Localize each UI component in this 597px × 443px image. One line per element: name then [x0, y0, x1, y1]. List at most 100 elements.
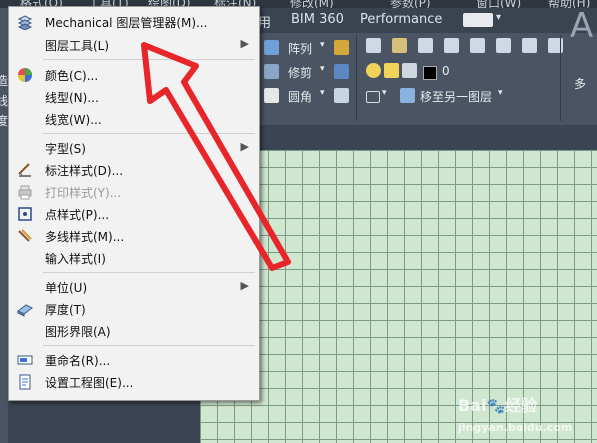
layer-freeze-icon[interactable] [470, 38, 485, 53]
fillet-dropdown-icon[interactable]: ▾ [320, 88, 325, 98]
tab-bim360[interactable]: BIM 360 [291, 12, 344, 27]
stretch-icon[interactable] [334, 64, 349, 79]
menu-item-text-style[interactable]: 字型(S) ▶ [9, 137, 259, 159]
layer-properties-icon[interactable] [366, 38, 381, 53]
menu-item-drawing-setup[interactable]: 设置工程图(E)... [9, 371, 259, 393]
layer-manager-icon [17, 15, 33, 30]
menu-item-label: 单位(U) [45, 281, 88, 295]
layer-lock-icon[interactable] [496, 38, 511, 53]
layer-isolate-icon[interactable] [444, 38, 459, 53]
menubar-item-modify[interactable]: 修改(M) [290, 0, 334, 8]
menu-item-input-style[interactable]: 输入样式(I) [9, 247, 259, 269]
submenu-arrow-icon: ▶ [240, 140, 249, 153]
format-dropdown-menu: Mechanical 图层管理器(M)... 图层工具(L) ▶ 颜色(C)..… [8, 6, 260, 401]
menu-item-thickness[interactable]: 厚度(T) [9, 298, 259, 320]
point-style-icon [18, 207, 32, 221]
menu-item-label: 颜色(C)... [45, 69, 99, 83]
ribbon-panel: 阵列 ▾ 修剪 ▾ 圆角 ▾ 0 ▾ 移至另一图层 ▾ 多 ▾ 图层 ▾ [258, 33, 597, 158]
tab-performance[interactable]: Performance [360, 12, 442, 27]
menu-item-label: 多线样式(M)... [45, 230, 125, 244]
drawing-setup-icon [19, 374, 31, 390]
left-strip-label-3: 度 [0, 114, 9, 128]
menu-separator [43, 133, 255, 134]
ribbon-tab-row: 用 BIM 360 Performance ▾ [258, 8, 597, 33]
move-to-layer-button[interactable]: 移至另一图层 [420, 88, 492, 105]
pen-icon[interactable] [334, 40, 349, 55]
layer-match-icon[interactable] [522, 38, 537, 53]
fillet-icon[interactable] [264, 88, 279, 103]
menu-item-print-style[interactable]: 打印样式(Y)... [9, 181, 259, 203]
offset-icon[interactable] [334, 88, 349, 103]
menu-item-lineweight[interactable]: 线宽(W)... [9, 108, 259, 130]
menubar-item-window[interactable]: 窗口(W) [476, 0, 521, 8]
menubar-item-parametric[interactable]: 参数(P) [390, 0, 431, 8]
multiline-style-icon [18, 229, 32, 242]
menu-item-label: 输入样式(I) [45, 252, 106, 266]
array-icon[interactable] [264, 40, 279, 55]
annotation-panel-cut-label: 多 [574, 77, 587, 91]
submenu-arrow-icon: ▶ [240, 279, 249, 292]
fillet-button[interactable]: 圆角 [288, 88, 312, 105]
menu-item-layer-manager[interactable]: Mechanical 图层管理器(M)... [9, 11, 259, 33]
menu-item-layer-tools[interactable]: 图层工具(L) ▶ [9, 34, 259, 56]
bulb-icon[interactable] [366, 63, 381, 78]
lock-icon[interactable] [402, 63, 417, 78]
print-style-icon [18, 185, 32, 200]
thickness-icon [17, 304, 33, 317]
menu-item-label: Mechanical 图层管理器(M)... [45, 16, 208, 30]
menu-item-label: 打印样式(Y)... [45, 186, 122, 200]
text-tool-icon[interactable]: A [570, 6, 593, 46]
menu-item-drawing-limits[interactable]: 图形界限(A) [9, 320, 259, 342]
menu-separator [43, 59, 255, 60]
color-wheel-icon [18, 68, 32, 82]
chevron-down-icon[interactable]: ▾ [496, 12, 501, 23]
trim-button[interactable]: 修剪 [288, 64, 312, 81]
move-to-layer-icon[interactable] [400, 88, 415, 103]
menu-item-units[interactable]: 单位(U) ▶ [9, 276, 259, 298]
left-panel-strip: 造 线 度 [0, 8, 8, 443]
menu-item-label: 图层工具(L) [45, 39, 110, 53]
drawing-tab-area [258, 125, 597, 150]
watermark-suffix: 经验 [505, 396, 538, 415]
menu-item-label: 线型(N)... [45, 91, 99, 105]
layer-color-swatch [423, 66, 437, 80]
submenu-arrow-icon: ▶ [240, 37, 249, 50]
menu-item-label: 设置工程图(E)... [45, 376, 134, 390]
layer-off-icon[interactable] [418, 38, 433, 53]
baidu-jingyan-watermark: Bai🐾经验 jingyan.baidu.com [458, 396, 573, 434]
menu-item-rename[interactable]: 重命名(R)... [9, 349, 259, 371]
menu-item-linetype[interactable]: 线型(N)... [9, 86, 259, 108]
layer-state-icon[interactable] [392, 38, 407, 53]
left-strip-label-1: 造 [0, 74, 9, 88]
trim-dropdown-icon[interactable]: ▾ [320, 64, 325, 74]
menu-item-label: 线宽(W)... [45, 113, 102, 127]
move-to-layer-dropdown-icon[interactable]: ▾ [498, 88, 503, 98]
watermark-brand: Bai [458, 396, 487, 415]
current-layer-value[interactable]: 0 [442, 64, 450, 78]
menu-item-label: 点样式(P)... [45, 208, 110, 222]
menu-item-label: 字型(S) [45, 142, 86, 156]
sun-icon[interactable] [384, 63, 399, 78]
menu-item-label: 图形界限(A) [45, 325, 111, 339]
left-strip-label-2: 线 [0, 94, 9, 108]
menu-item-point-style[interactable]: 点样式(P)... [9, 203, 259, 225]
menu-item-label: 标注样式(D)... [45, 164, 124, 178]
menu-item-label: 重命名(R)... [45, 354, 111, 368]
menu-item-color[interactable]: 颜色(C)... [9, 64, 259, 86]
menu-item-dimension-style[interactable]: 标注样式(D)... [9, 159, 259, 181]
panel-divider [356, 35, 357, 121]
ribbon-display-toggle[interactable] [463, 13, 493, 27]
layer-select-dropdown-icon[interactable]: ▾ [382, 88, 387, 98]
array-dropdown-icon[interactable]: ▾ [320, 40, 325, 50]
menu-separator [43, 272, 255, 273]
menu-item-label: 厚度(T) [45, 303, 86, 317]
dimension-style-icon [18, 163, 31, 177]
watermark-url: jingyan.baidu.com [458, 421, 573, 434]
menu-item-multiline-style[interactable]: 多线样式(M)... [9, 225, 259, 247]
layer-select-icon[interactable] [366, 91, 380, 103]
menu-separator [43, 345, 255, 346]
rename-icon [17, 355, 33, 365]
array-button[interactable]: 阵列 [288, 40, 312, 57]
panel-divider-right [560, 35, 561, 121]
trim-icon[interactable] [264, 64, 279, 79]
